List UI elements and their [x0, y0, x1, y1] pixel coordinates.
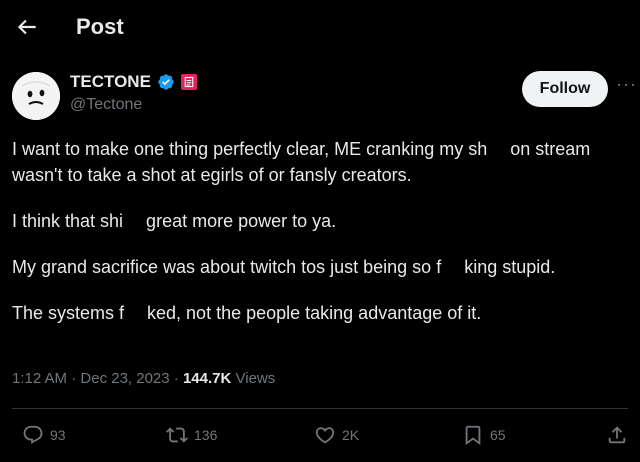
tweet-text: I want to make one thing perfectly clear…	[12, 136, 634, 346]
tweet-paragraph: The systems f ked, not the people taking…	[12, 303, 482, 323]
page-title: Post	[76, 14, 124, 39]
tweet-paragraph: I want to make one thing perfectly clear…	[12, 139, 591, 185]
reply-count: 93	[50, 427, 66, 443]
divider	[12, 408, 628, 409]
author-name-row: TECTONE	[70, 72, 197, 92]
views-count: 144.7K	[182, 370, 232, 387]
tweet-paragraph: I think that shi great more power to ya.	[12, 211, 337, 231]
like-button[interactable]: 2K	[314, 424, 359, 446]
meta-separator: ·	[173, 370, 183, 387]
back-arrow-icon[interactable]	[14, 14, 40, 40]
verified-badge-icon	[157, 73, 175, 91]
follow-button[interactable]: Follow	[522, 71, 608, 107]
affiliate-badge-icon[interactable]	[180, 74, 197, 90]
author-handle[interactable]: @Tectone	[70, 96, 142, 114]
share-button[interactable]	[606, 424, 628, 446]
tweet-meta: 1:12 AM · Dec 23, 2023 · 144.7K Views	[12, 370, 275, 387]
bookmark-button[interactable]: 65	[462, 424, 506, 446]
action-bar: 93 136 2K 65	[0, 424, 640, 450]
share-icon	[608, 426, 626, 444]
repost-icon	[166, 427, 188, 443]
post-date[interactable]: Dec 23, 2023	[80, 370, 169, 387]
more-options-icon[interactable]: ···	[616, 75, 636, 98]
post-time[interactable]: 1:12 AM	[12, 370, 67, 387]
heart-icon	[315, 427, 335, 444]
bookmark-icon	[465, 425, 481, 446]
views-label: Views	[235, 370, 276, 387]
repost-count: 136	[194, 427, 218, 443]
like-count: 2K	[342, 427, 360, 443]
post-header: Post	[0, 0, 640, 56]
bookmark-count: 65	[490, 427, 506, 443]
meta-separator: ·	[71, 370, 81, 387]
reply-icon	[23, 425, 43, 444]
tweet-paragraph: My grand sacrifice was about twitch tos …	[12, 257, 556, 277]
avatar[interactable]	[12, 72, 60, 120]
repost-button[interactable]: 136	[166, 424, 217, 446]
author-display-name[interactable]: TECTONE	[70, 72, 151, 92]
reply-button[interactable]: 93	[22, 424, 66, 446]
